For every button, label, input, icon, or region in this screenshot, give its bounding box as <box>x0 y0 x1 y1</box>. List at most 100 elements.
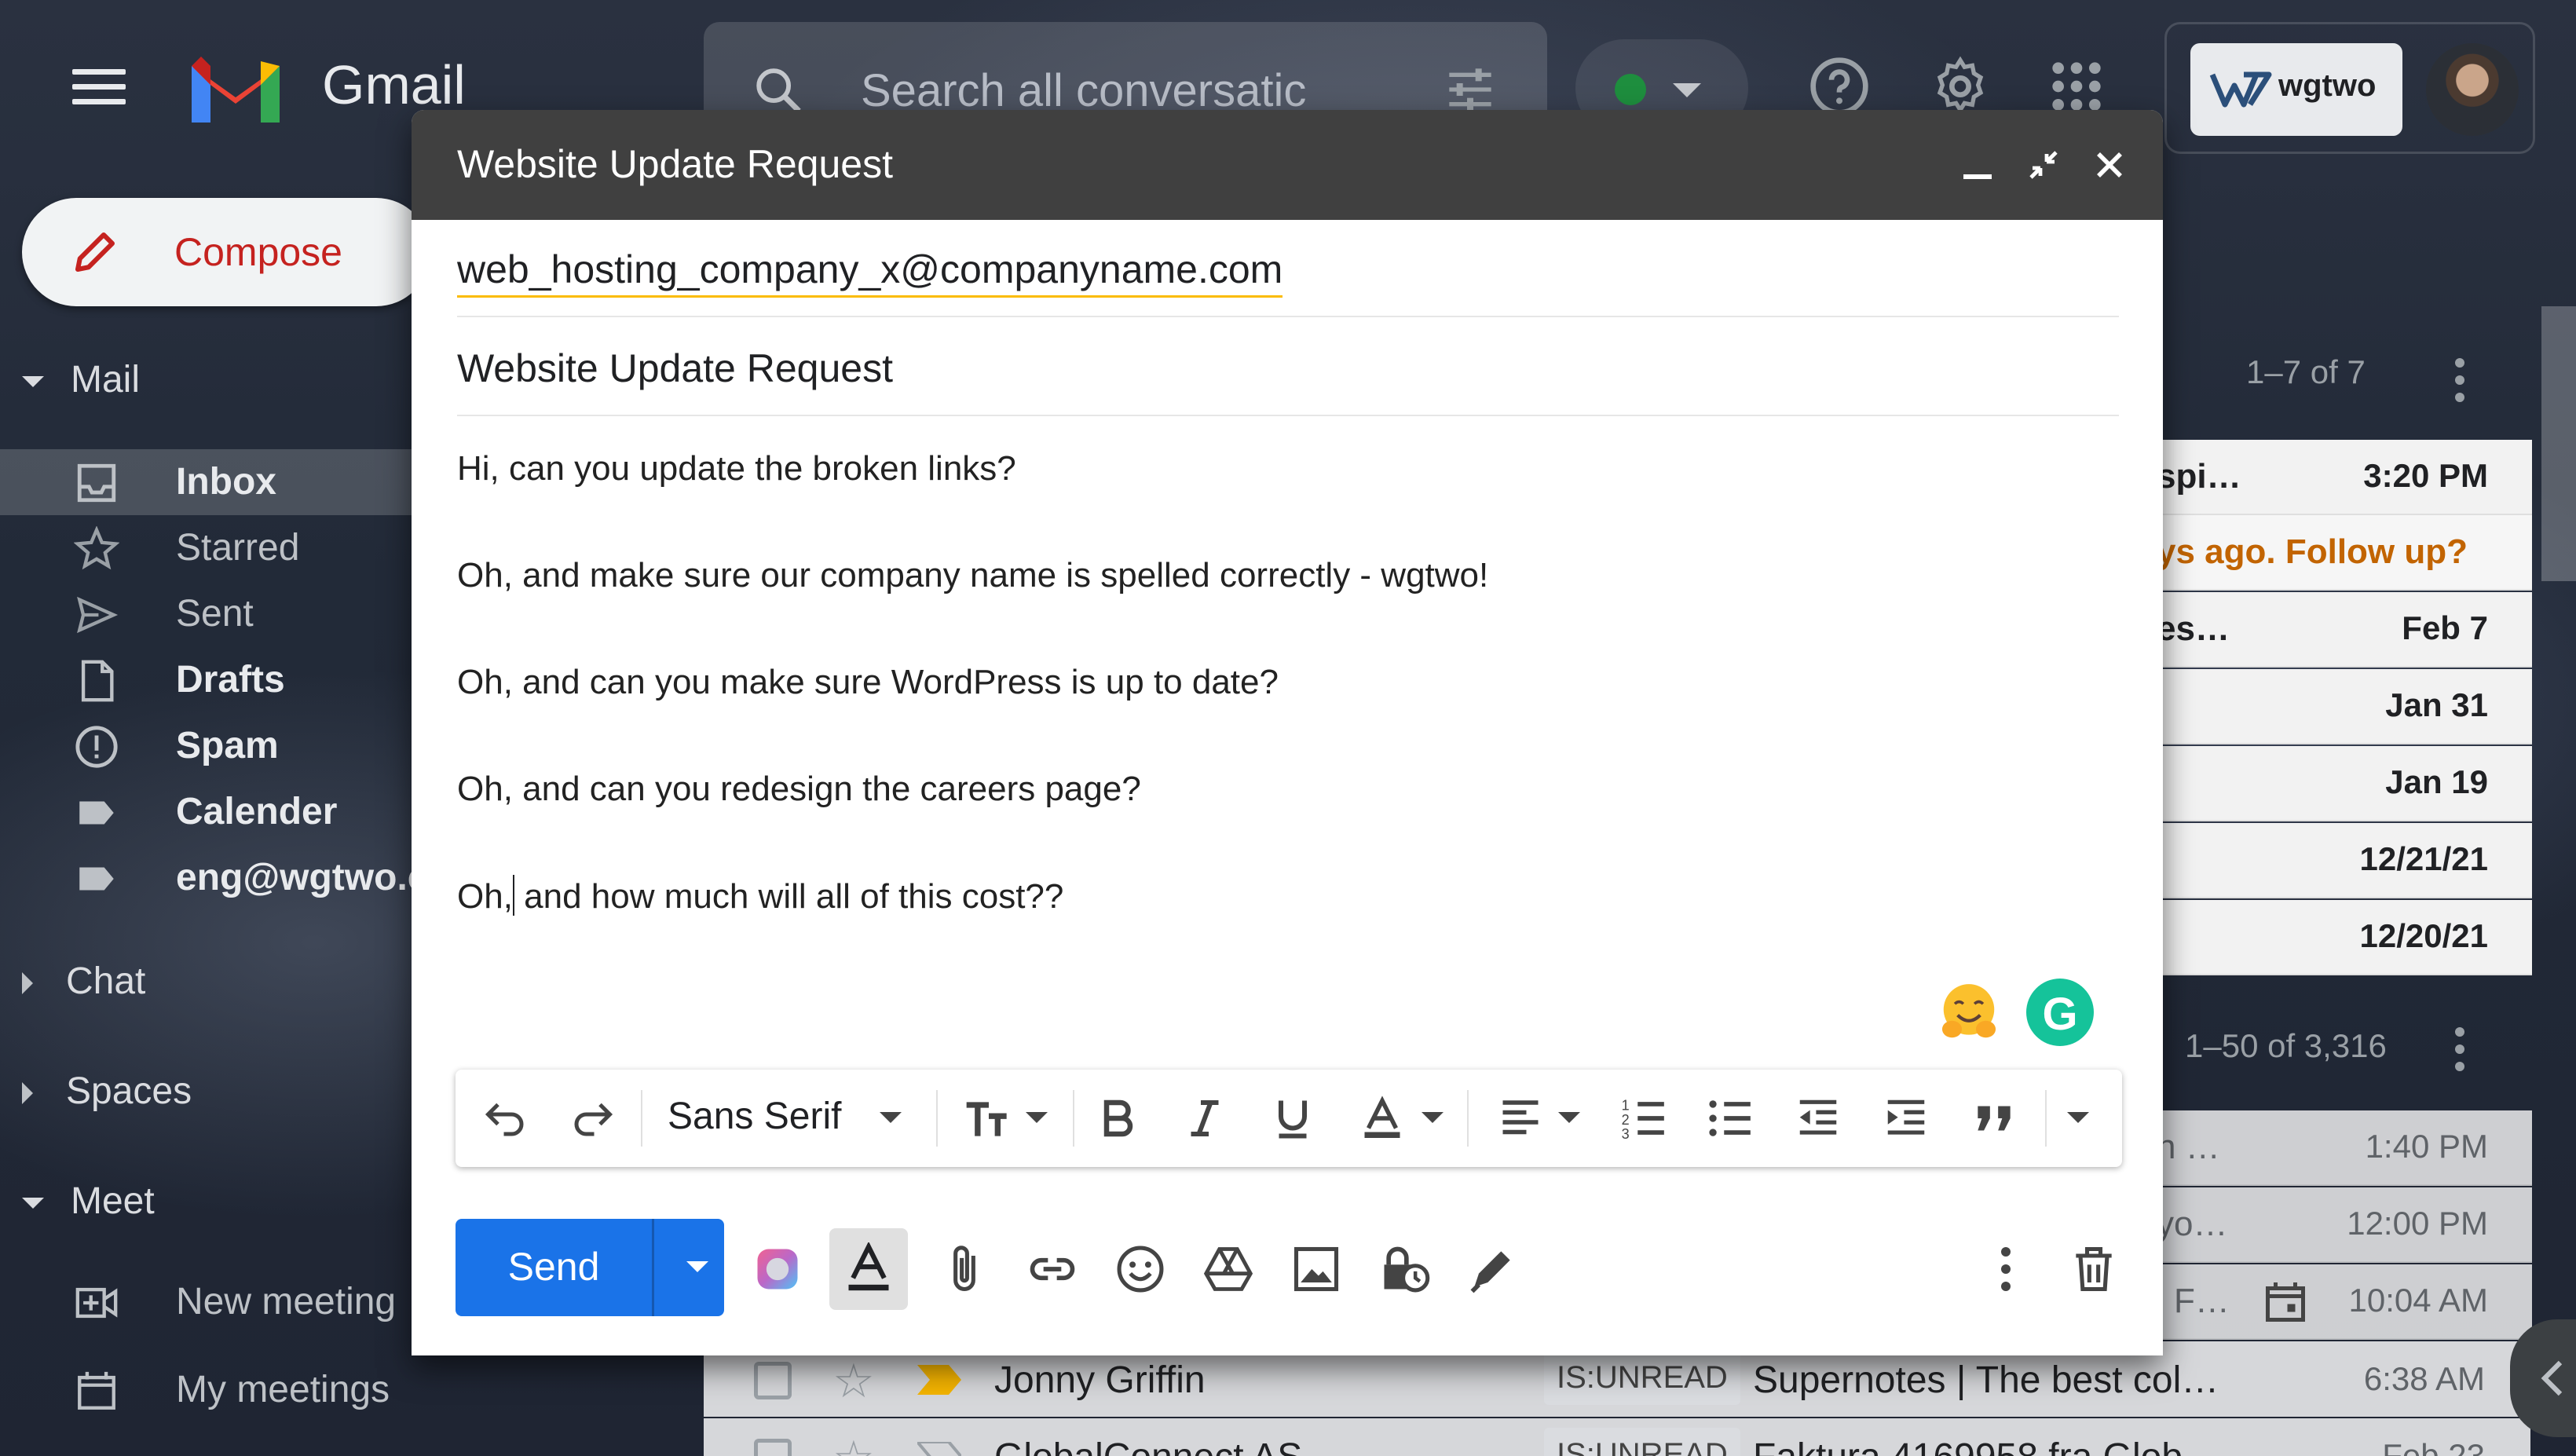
font-size-icon[interactable] <box>961 1092 1016 1145</box>
bottom-paging-info: 1–50 of 3,316 <box>2185 1027 2387 1064</box>
row-checkbox[interactable] <box>754 1362 792 1399</box>
list-item[interactable]: spi… 3:20 PM <box>2120 440 2532 515</box>
send-label: Send <box>507 1245 600 1289</box>
more-options-icon[interactable] <box>2455 358 2466 405</box>
list-item[interactable]: i F… 10:04 AM <box>2120 1264 2532 1340</box>
text-color-icon[interactable] <box>1359 1092 1406 1145</box>
signature-pen-icon[interactable] <box>1465 1242 1519 1296</box>
minimize-icon[interactable] <box>1959 146 1996 184</box>
list-item[interactable]: n … 1:40 PM <box>2120 1110 2532 1186</box>
mail-section-header[interactable]: Mail <box>22 358 140 401</box>
important-marker-icon[interactable] <box>917 1365 961 1395</box>
indent-more-icon[interactable] <box>1882 1092 1930 1145</box>
compose-title: Website Update Request <box>457 142 893 186</box>
attach-file-icon[interactable] <box>938 1242 991 1296</box>
sidebar-item-starred[interactable]: Starred <box>0 515 440 581</box>
label-icon <box>79 801 114 825</box>
discard-draft-trash-icon[interactable] <box>2067 1242 2120 1296</box>
recipients-field[interactable]: web_hosting_company_x@companyname.com <box>457 220 2119 317</box>
formatting-options-toggle[interactable] <box>829 1228 908 1310</box>
message-body[interactable]: Hi, can you update the broken links? Oh,… <box>457 448 2106 982</box>
list-item[interactable]: ys ago. Follow up? <box>2120 515 2532 591</box>
bold-icon[interactable] <box>1095 1092 1142 1145</box>
list-item[interactable]: Jan 31 <box>2120 669 2532 744</box>
chat-section-header[interactable]: Chat <box>22 960 145 1003</box>
font-family-select[interactable]: Sans Serif <box>668 1095 841 1138</box>
star-icon[interactable]: ☆ <box>832 1431 875 1456</box>
search-options-icon[interactable] <box>1442 64 1498 115</box>
list-item[interactable]: es… Feb 7 <box>2120 592 2532 668</box>
sidebar-item-my-meetings[interactable]: My meetings <box>0 1357 440 1423</box>
align-icon[interactable] <box>1497 1092 1544 1145</box>
sidebar-item-calender[interactable]: Calender <box>0 779 440 845</box>
hugging-emoji-icon[interactable] <box>1935 979 2003 1046</box>
redo-icon[interactable] <box>569 1092 616 1145</box>
extension-icon[interactable] <box>751 1242 804 1296</box>
apps-grid-icon[interactable] <box>2045 55 2108 118</box>
italic-icon[interactable] <box>1181 1092 1228 1145</box>
subject-field[interactable]: Website Update Request <box>457 317 2119 416</box>
sidebar-item-sent[interactable]: Sent <box>0 581 440 647</box>
close-icon[interactable] <box>2091 146 2128 184</box>
side-panel-toggle[interactable] <box>2510 1319 2576 1437</box>
status-badge: IS:UNREAD <box>1544 1351 1740 1405</box>
subject-input[interactable]: Website Update Request <box>457 346 893 391</box>
schedule-send-dropdown-icon[interactable] <box>686 1261 708 1272</box>
indent-less-icon[interactable] <box>1794 1092 1842 1145</box>
scrollbar[interactable] <box>2541 306 2576 581</box>
star-icon[interactable]: ☆ <box>832 1354 875 1409</box>
confidential-mode-icon[interactable] <box>1378 1242 1431 1296</box>
quote-icon[interactable] <box>1970 1092 2018 1145</box>
undo-icon[interactable] <box>482 1092 529 1145</box>
numbered-list-icon[interactable]: 123 <box>1619 1092 1668 1145</box>
compose-header[interactable]: Website Update Request <box>412 110 2163 220</box>
inbox-icon <box>77 463 116 503</box>
help-icon[interactable] <box>1808 55 1871 118</box>
settings-gear-icon[interactable] <box>1929 55 1992 118</box>
active-status-dot <box>1615 74 1646 105</box>
send-button[interactable]: Send <box>456 1219 724 1316</box>
google-drive-icon[interactable] <box>1202 1242 1255 1296</box>
org-badge: wgtwo <box>2190 43 2402 136</box>
svg-text:1: 1 <box>1622 1098 1630 1114</box>
search-input[interactable]: Search all conversatic <box>861 64 1306 117</box>
sidebar-item-spam[interactable]: Spam <box>0 713 440 779</box>
chevron-down-icon[interactable] <box>1558 1112 1580 1123</box>
insert-link-icon[interactable] <box>1026 1242 1079 1296</box>
more-options-icon[interactable] <box>2455 1027 2466 1074</box>
insert-photo-icon[interactable] <box>1290 1242 1343 1296</box>
bulleted-list-icon[interactable] <box>1706 1092 1755 1145</box>
body-line-last: Oh, and how much will all of this cost?? <box>457 875 2106 982</box>
more-formatting-icon[interactable] <box>2067 1112 2089 1123</box>
list-item[interactable]: 12/20/21 <box>2120 900 2532 975</box>
compose-button[interactable]: Compose <box>22 198 430 306</box>
sidebar-item-eng-label[interactable]: eng@wgtwo.c <box>0 845 440 911</box>
exit-fullscreen-icon[interactable] <box>2025 146 2062 184</box>
list-item[interactable]: Jan 19 <box>2120 746 2532 821</box>
table-row[interactable]: ☆ GlobalConnect AS IS:UNREAD Faktura 416… <box>704 1418 2530 1456</box>
important-marker-icon[interactable] <box>917 1442 961 1456</box>
recipient-chip[interactable]: web_hosting_company_x@companyname.com <box>457 247 1283 298</box>
list-item[interactable]: 12/21/21 <box>2120 823 2532 898</box>
emoji-icon[interactable] <box>1114 1242 1167 1296</box>
more-options-icon[interactable] <box>2001 1247 2012 1294</box>
sidebar-item-drafts[interactable]: Drafts <box>0 647 440 713</box>
list-item[interactable]: yo… 12:00 PM <box>2120 1187 2532 1263</box>
gmail-logo-icon[interactable] <box>185 50 286 126</box>
chevron-down-icon[interactable] <box>1422 1112 1444 1123</box>
spaces-section-header[interactable]: Spaces <box>22 1070 192 1113</box>
send-icon <box>77 596 119 634</box>
sidebar-item-new-meeting[interactable]: New meeting <box>0 1269 440 1335</box>
wgtwo-logo-icon <box>2209 71 2272 108</box>
account-switcher[interactable]: wgtwo <box>2164 22 2535 154</box>
sidebar-item-inbox[interactable]: Inbox <box>0 449 440 515</box>
meet-section-header[interactable]: Meet <box>22 1180 155 1223</box>
grammarly-icon[interactable]: G <box>2026 979 2094 1046</box>
row-checkbox[interactable] <box>754 1439 792 1456</box>
main-menu-icon[interactable] <box>72 69 126 105</box>
chevron-down-icon[interactable] <box>880 1112 902 1123</box>
underline-icon[interactable] <box>1269 1092 1316 1145</box>
user-avatar[interactable] <box>2426 43 2519 136</box>
chevron-down-icon[interactable] <box>1026 1112 1048 1123</box>
row-subject: Faktura 4169958 fra Glob… <box>1753 1436 2220 1456</box>
